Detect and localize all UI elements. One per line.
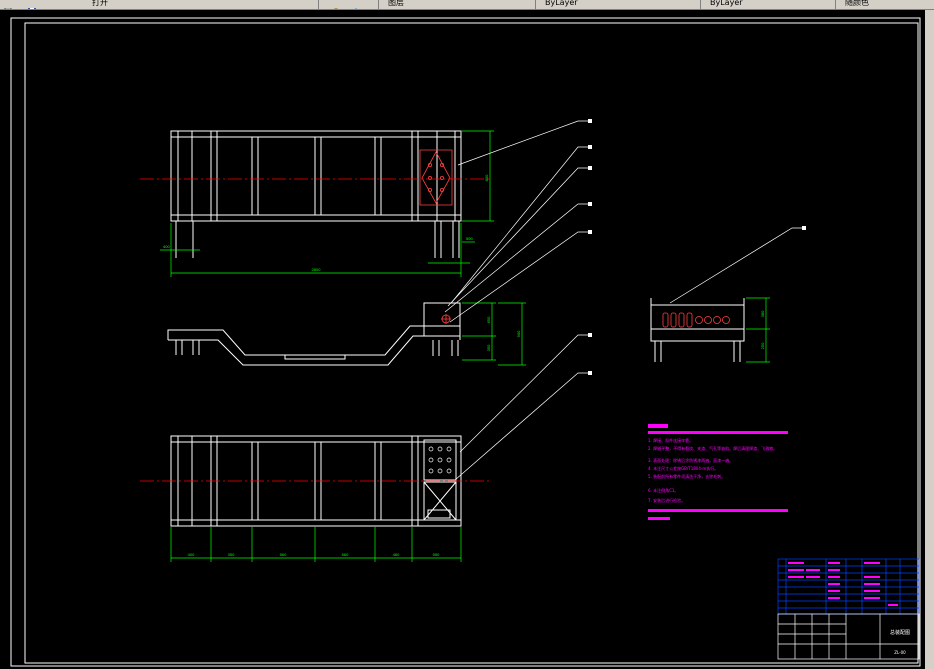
note-line-3: 3. 表面处理：除锈后涂防锈漆两遍，面漆一遍。: [648, 457, 733, 463]
new-file-icon[interactable]: [4, 0, 12, 9]
cad-toolbar: 打开 图层 ByLayer ByLayer 随颜色: [0, 0, 934, 10]
linetype-dropdown[interactable]: ByLayer: [545, 0, 578, 9]
dim-top-width: 800: [484, 174, 489, 181]
note-line-1: 1. 焊接、扣件连接牢靠。: [648, 437, 693, 443]
dim-top-length: 2800: [312, 267, 322, 272]
titleblock-drawing-no: ZL-00: [894, 650, 906, 655]
toolbar-separator: [318, 0, 319, 9]
cad-drawing-canvas[interactable]: 2800 800 400 500 650 900 350 400 350 560…: [0, 10, 925, 669]
note-line-5: 5. 装配前所有零件须清洗干净，去除毛刺。: [648, 473, 725, 479]
note-line-4: 4. 未注尺寸公差按GB/T1804-m执行。: [648, 465, 718, 471]
notes-heading: 技术要求: [648, 423, 660, 428]
toolbar-separator: [700, 0, 701, 9]
toolbar-separator: [835, 0, 836, 9]
layer-dropdown[interactable]: 图层: [388, 0, 404, 9]
dim-top-leg-left: 400: [163, 244, 170, 249]
dim-front-leg: 350: [486, 344, 491, 351]
dim-bottom-3: 560: [280, 552, 287, 557]
dim-side-upper: 380: [760, 310, 765, 317]
toolbar-separator: [378, 0, 379, 9]
note-line-2: 2. 焊缝平整，不得有裂纹、夹渣、气孔等缺陷。焊后清理焊渣、飞溅物。: [648, 445, 777, 451]
dim-top-leg-right: 500: [466, 236, 473, 241]
dim-side-lower: 250: [760, 342, 765, 349]
save-icon[interactable]: [28, 0, 36, 9]
layer-state-icon[interactable]: [352, 0, 360, 9]
titleblock-title: 总装配图: [890, 629, 910, 636]
dim-bottom-5: 460: [393, 552, 400, 557]
vertical-scrollbar[interactable]: [925, 10, 934, 669]
dim-front-height: 650: [486, 316, 491, 323]
dim-bottom-6: 550: [433, 552, 440, 557]
dim-bottom-2: 350: [228, 552, 235, 557]
plotstyle-dropdown[interactable]: 随颜色: [845, 0, 869, 9]
dim-bottom-1: 400: [188, 552, 195, 557]
open-folder-icon[interactable]: [16, 0, 24, 7]
layer-icon[interactable]: [332, 0, 340, 9]
dim-bottom-4: 560: [342, 552, 349, 557]
toolbar-separator: [535, 0, 536, 9]
open-file-button[interactable]: 打开: [92, 0, 108, 9]
note-line-6: 6. 未注倒角C1。: [648, 487, 678, 493]
note-line-7: 7. 安装后进行检验。: [648, 497, 685, 503]
dim-front-total: 900: [516, 330, 521, 337]
lineweight-dropdown[interactable]: ByLayer: [710, 0, 743, 9]
